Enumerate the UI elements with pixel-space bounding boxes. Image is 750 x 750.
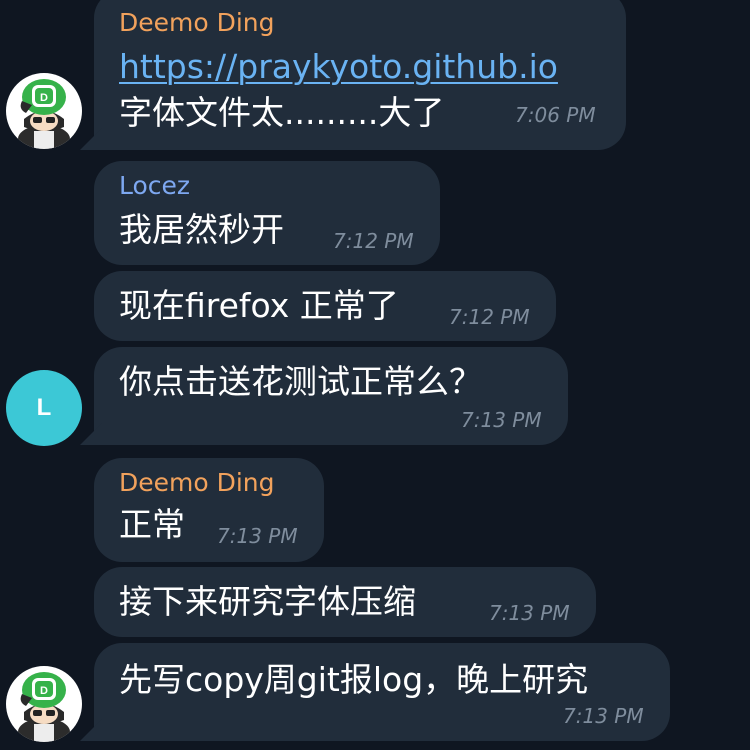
anime-character-avatar-icon: D: [6, 73, 82, 149]
message-time: 7:13 PM: [489, 601, 570, 625]
sender-name[interactable]: Deemo Ding: [119, 8, 275, 38]
message-time: 7:13 PM: [217, 524, 298, 548]
sender-name[interactable]: Deemo Ding: [119, 468, 275, 498]
message-bubble[interactable]: Deemo Ding 正常 7:13 PM: [94, 458, 324, 562]
message-bubble[interactable]: 接下来研究字体压缩 7:13 PM: [94, 567, 596, 637]
message-text: 先写copy周git报log，晚上研究: [119, 660, 589, 699]
svg-text:D: D: [40, 92, 48, 104]
message-link[interactable]: https://praykyoto.github.io: [119, 47, 558, 87]
message-text: 字体文件太.........大了: [119, 93, 445, 132]
message-text: 接下来研究字体压缩: [119, 582, 416, 621]
message-text: 现在firefox 正常了: [119, 286, 399, 325]
message-text: 你点击送花测试正常么？: [119, 362, 482, 401]
message-time: 7:06 PM: [515, 103, 596, 127]
message-time: 7:13 PM: [563, 704, 644, 728]
message-time: 7:13 PM: [461, 408, 542, 432]
avatar[interactable]: D: [6, 666, 82, 742]
message-time: 7:12 PM: [333, 229, 414, 253]
message-bubble[interactable]: Deemo Ding https://praykyoto.github.io 字…: [94, 0, 626, 150]
message-time: 7:12 PM: [449, 305, 530, 329]
avatar[interactable]: L: [6, 370, 82, 446]
sender-name[interactable]: Locez: [119, 171, 190, 201]
message-bubble[interactable]: 现在firefox 正常了 7:12 PM: [94, 271, 556, 341]
message-text: 我居然秒开: [119, 210, 284, 249]
anime-character-avatar-icon: D: [6, 666, 82, 742]
svg-text:D: D: [40, 685, 48, 697]
avatar[interactable]: D: [6, 73, 82, 149]
avatar-initial: L: [36, 394, 52, 421]
message-bubble[interactable]: 你点击送花测试正常么？ 7:13 PM: [94, 347, 568, 445]
message-text: 正常: [119, 505, 185, 544]
message-bubble[interactable]: Locez 我居然秒开 7:12 PM: [94, 161, 440, 265]
message-bubble[interactable]: 先写copy周git报log，晚上研究 7:13 PM: [94, 643, 670, 741]
